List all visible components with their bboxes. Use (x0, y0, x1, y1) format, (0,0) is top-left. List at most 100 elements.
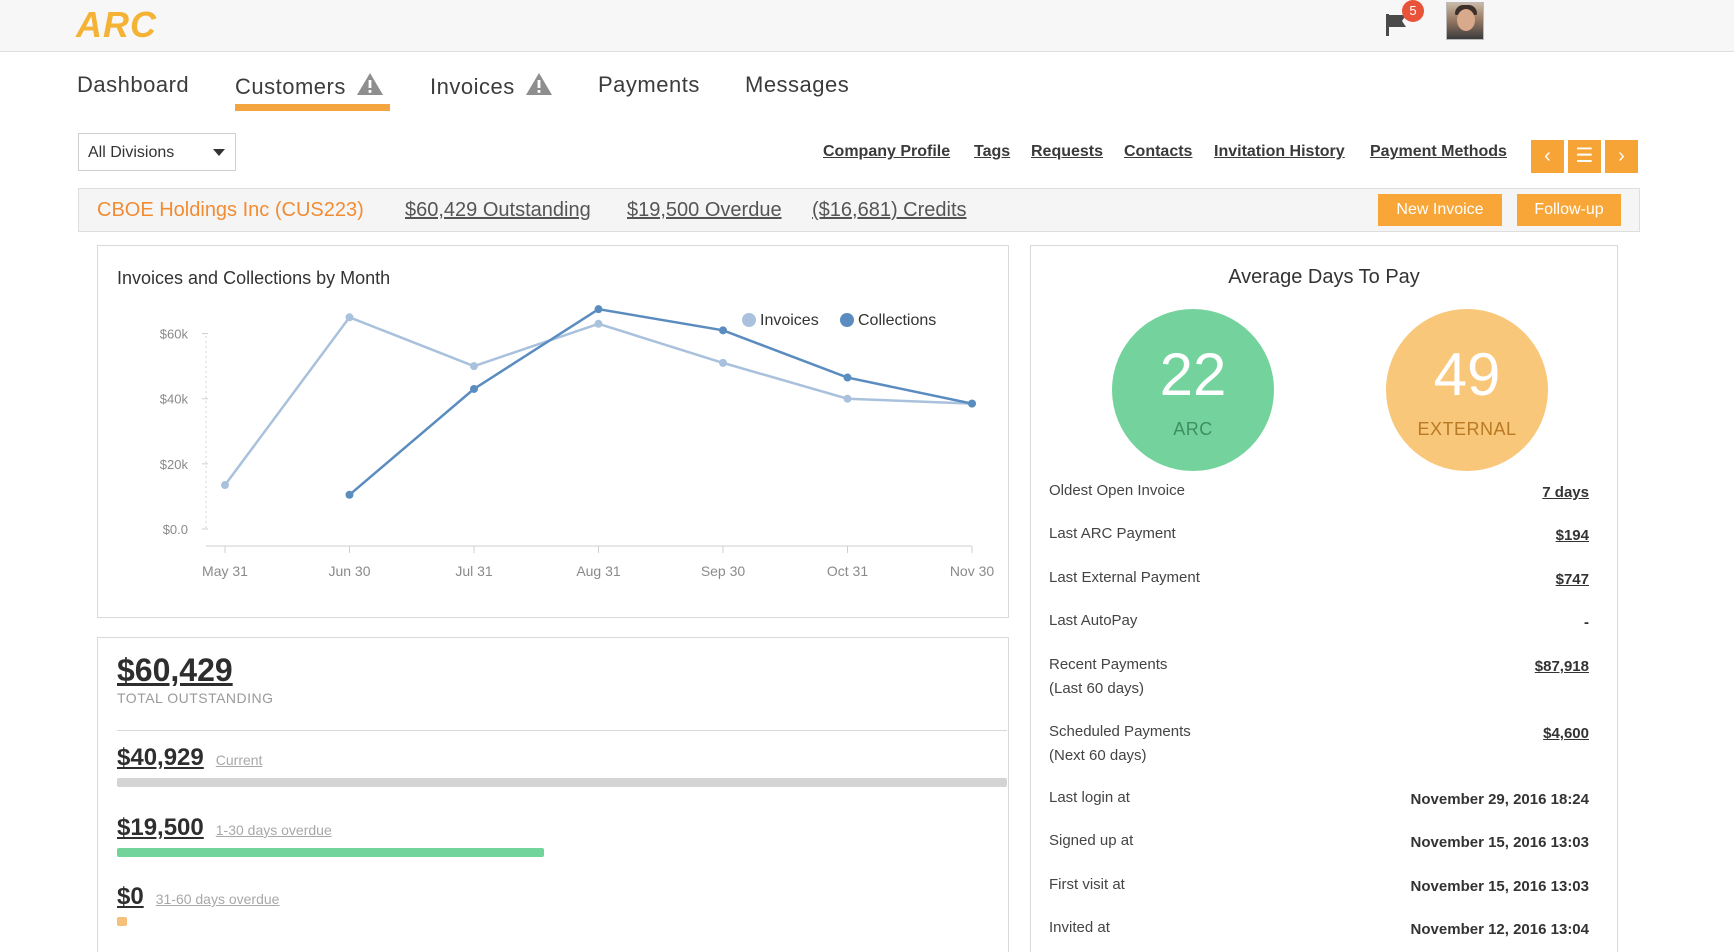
external-days-circle: 49 EXTERNAL (1386, 309, 1548, 471)
data-point-invoices (843, 394, 852, 403)
outstanding-panel: $60,429 TOTAL OUTSTANDING $40,929 Current… (97, 637, 1009, 952)
stat-value[interactable]: $194 (1556, 527, 1589, 544)
bucket-amount[interactable]: $0 (117, 883, 144, 910)
stat-value: November 12, 2016 13:04 (1410, 921, 1589, 938)
stat-label: Signed up at (1049, 832, 1134, 849)
y-tick-label: $60k (160, 327, 189, 342)
stat-sublabel: (Next 60 days) (1049, 747, 1147, 764)
tab-payments[interactable]: Payments (598, 72, 700, 98)
data-point-collections (843, 373, 852, 382)
total-outstanding-amount[interactable]: $60,429 (117, 652, 233, 689)
data-point-invoices (719, 358, 727, 367)
invoices-collections-chart-panel: Invoices and Collections by Month Invoic… (97, 245, 1009, 618)
x-tick-label: Aug 31 (576, 563, 621, 579)
y-tick-label: $0.0 (163, 522, 188, 537)
bucket-amount[interactable]: $19,500 (117, 814, 204, 841)
stat-value: November 29, 2016 18:24 (1410, 791, 1589, 808)
external-days-value: 49 (1433, 341, 1501, 408)
data-point-invoices (345, 313, 354, 322)
arc-days-value: 22 (1159, 341, 1227, 408)
stat-label: Last AutoPay (1049, 612, 1138, 629)
stat-label: Invited at (1049, 919, 1110, 936)
average-days-to-pay-panel: Average Days To Pay 22 ARC 49 EXTERNAL O… (1030, 245, 1618, 952)
stat-label: Oldest Open Invoice (1049, 482, 1185, 499)
external-days-label: EXTERNAL (1417, 419, 1517, 439)
bucket-label[interactable]: 31-60 days overdue (156, 891, 280, 907)
link-invitation-history[interactable]: Invitation History (1214, 143, 1345, 161)
line-chart: $0.0 $20k $40k $60k May 31 Jun 30 Jul 31 Aug 31… (160, 305, 995, 579)
stat-label: Last login at (1049, 789, 1130, 806)
y-tick-label: $20k (160, 457, 189, 472)
bucket-bar-31-60 (117, 917, 127, 926)
top-bar: ARC 5 (0, 0, 1734, 52)
outstanding-link[interactable]: $60,429 Outstanding (405, 199, 591, 222)
data-point-invoices (470, 362, 478, 371)
tab-label: Invoices (430, 74, 515, 99)
chevron-left-icon: ‹ (1544, 145, 1551, 167)
data-point-collections (968, 399, 976, 408)
arc-logo[interactable]: ARC (76, 4, 157, 46)
tab-dashboard[interactable]: Dashboard (77, 72, 189, 98)
next-customer-button[interactable]: › (1605, 140, 1638, 173)
tab-label: Payments (598, 72, 700, 97)
warning-icon (356, 73, 383, 95)
stat-label: Scheduled Payments (Next 60 days) (1049, 720, 1191, 768)
customer-name: CBOE Holdings Inc (CUS223) (97, 199, 364, 221)
follow-up-button[interactable]: Follow-up (1517, 194, 1621, 226)
data-point-collections (719, 326, 727, 335)
user-avatar[interactable] (1446, 2, 1484, 40)
link-tags[interactable]: Tags (974, 143, 1010, 161)
data-point-invoices (594, 319, 603, 328)
series-line-collections (348, 307, 973, 496)
link-contacts[interactable]: Contacts (1124, 143, 1192, 161)
overdue-link[interactable]: $19,500 Overdue (627, 199, 782, 222)
bucket-row-current: $40,929 Current (117, 744, 262, 772)
division-select-value: All Divisions (88, 144, 175, 161)
x-tick-label: May 31 (202, 563, 248, 579)
link-requests[interactable]: Requests (1031, 143, 1103, 161)
x-tick-label: Sep 30 (701, 563, 746, 579)
x-tick-label: Jul 31 (455, 563, 493, 579)
stat-sublabel: (Last 60 days) (1049, 680, 1145, 697)
series-line-invoices (223, 315, 973, 486)
stat-label: Last External Payment (1049, 569, 1200, 586)
stat-value[interactable]: $747 (1556, 571, 1589, 588)
bucket-bar-fill (117, 778, 1007, 787)
division-select[interactable]: All Divisions (78, 133, 236, 171)
chevron-right-icon: › (1618, 145, 1625, 167)
stat-label: Last ARC Payment (1049, 525, 1176, 542)
x-tick-label: Jun 30 (328, 563, 370, 579)
days-to-pay-title: Average Days To Pay (1228, 266, 1420, 288)
credits-link[interactable]: ($16,681) Credits (812, 199, 967, 222)
tab-customers[interactable]: Customers (235, 72, 390, 111)
y-tick-label: $40k (160, 392, 189, 407)
link-payment-methods[interactable]: Payment Methods (1370, 143, 1507, 161)
stat-label: Recent Payments (Last 60 days) (1049, 653, 1167, 701)
arc-days-label: ARC (1173, 419, 1213, 439)
tab-messages[interactable]: Messages (745, 72, 849, 98)
tab-invoices[interactable]: Invoices (430, 72, 553, 100)
new-invoice-button[interactable]: New Invoice (1378, 194, 1502, 226)
stat-value[interactable]: $4,600 (1543, 725, 1589, 742)
data-point-collections (594, 305, 603, 314)
customer-header: CBOE Holdings Inc (CUS223) $60,429 Outst… (78, 188, 1640, 232)
notification-count-badge: 5 (1402, 0, 1424, 22)
prev-customer-button[interactable]: ‹ (1531, 140, 1564, 173)
stat-label: First visit at (1049, 876, 1125, 893)
bucket-label[interactable]: Current (216, 752, 263, 768)
bucket-amount[interactable]: $40,929 (117, 744, 204, 771)
data-point-collections (345, 490, 354, 499)
stat-value[interactable]: 7 days (1542, 484, 1589, 501)
total-outstanding-label: TOTAL OUTSTANDING (117, 690, 274, 706)
bucket-row-1-30: $19,500 1-30 days overdue (117, 814, 332, 842)
bucket-label[interactable]: 1-30 days overdue (216, 822, 332, 838)
link-company-profile[interactable]: Company Profile (823, 143, 950, 161)
divider (117, 730, 1007, 731)
tab-label: Dashboard (77, 72, 190, 97)
x-tick-label: Oct 31 (827, 563, 868, 579)
arc-days-circle: 22 ARC (1112, 309, 1274, 471)
x-tick-label: Nov 30 (950, 563, 995, 579)
customer-list-button[interactable]: ☰ (1568, 140, 1601, 173)
chevron-down-icon (213, 149, 225, 156)
stat-value[interactable]: $87,918 (1535, 658, 1589, 675)
